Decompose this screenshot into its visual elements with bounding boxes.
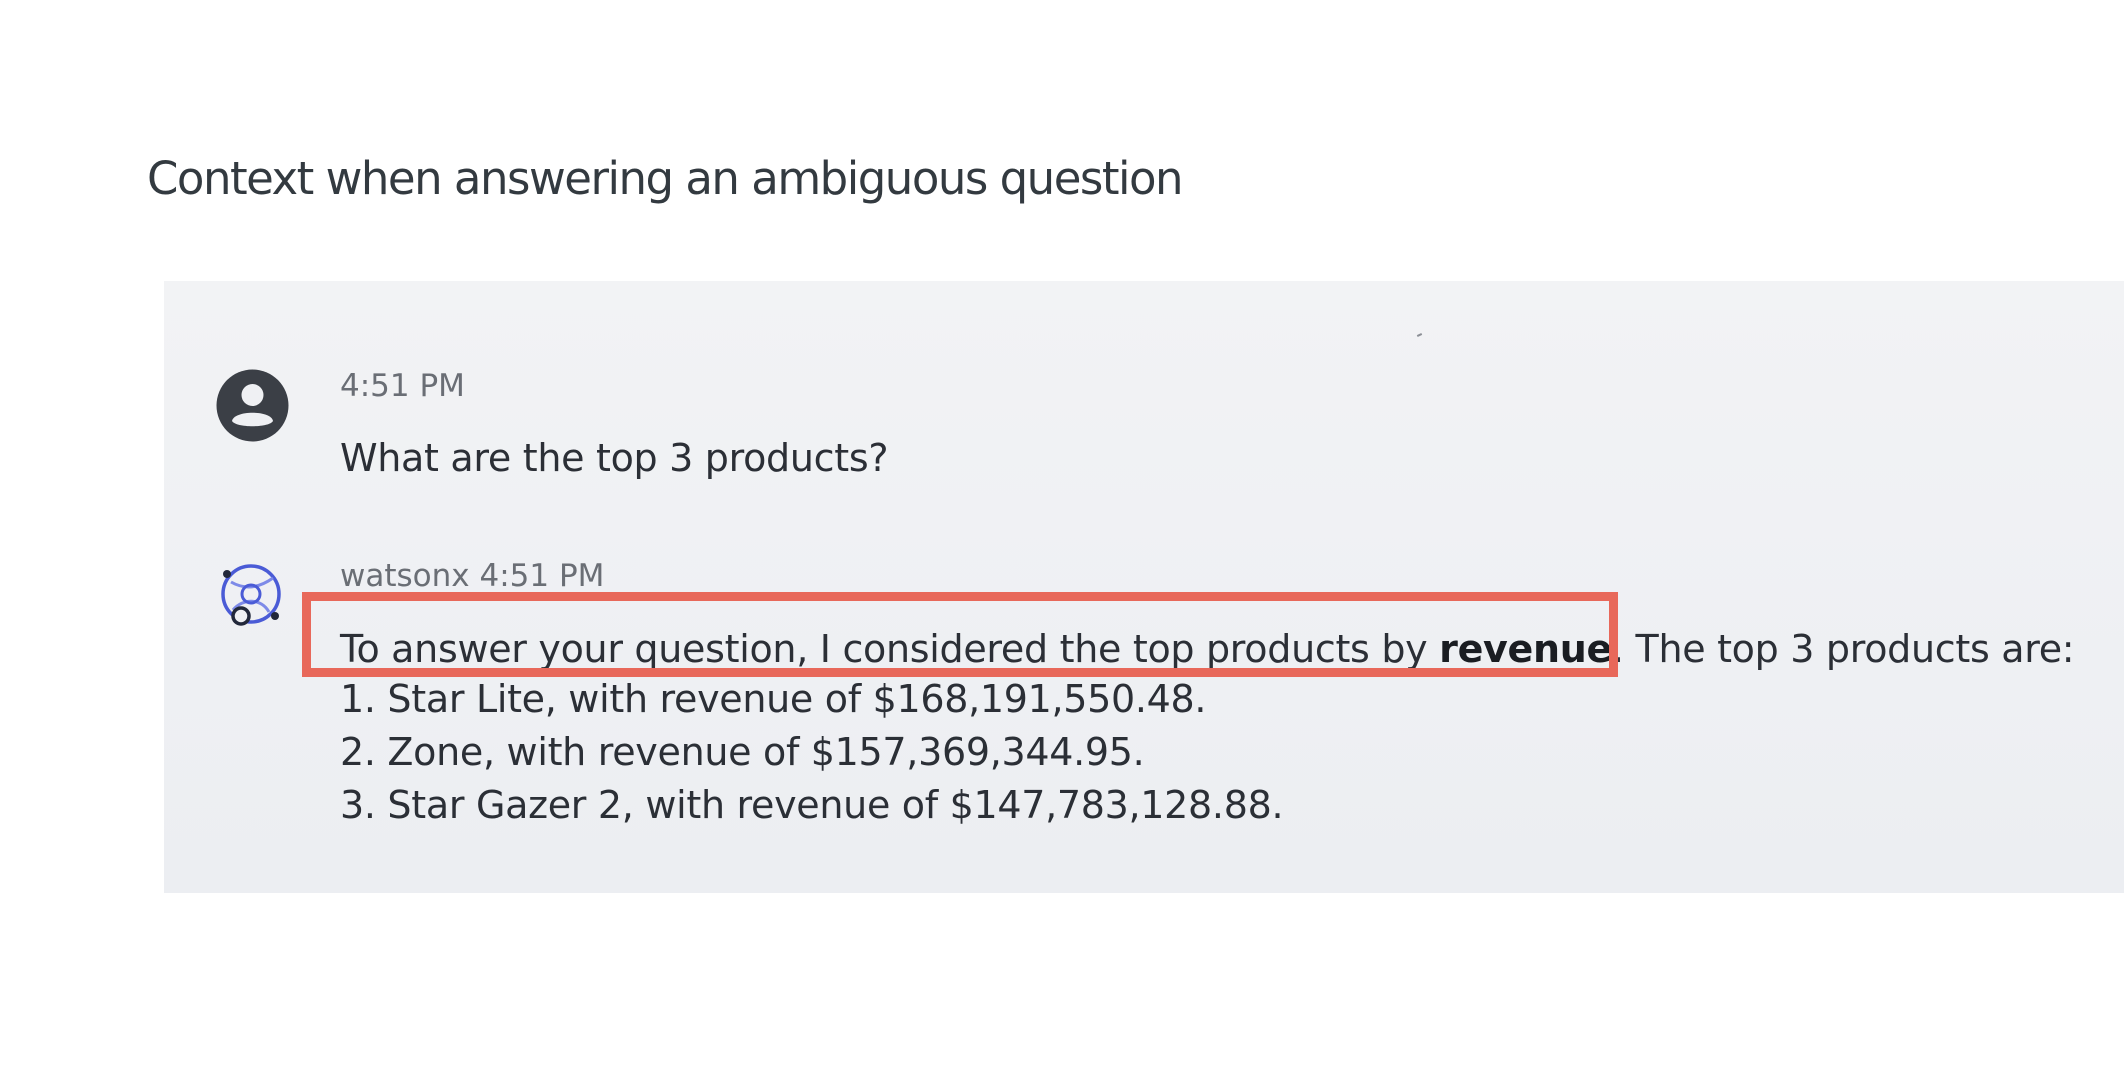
user-message-time: 4:51 PM [340,368,465,404]
bot-list-item: 3. Star Gazer 2, with revenue of $147,78… [340,783,1284,827]
watsonx-bot-icon [215,560,287,632]
user-message-text: What are the top 3 products? [340,436,889,480]
bot-list-item: 2. Zone, with revenue of $157,369,344.95… [340,730,1145,774]
bot-list-item: 1. Star Lite, with revenue of $168,191,5… [340,677,1207,721]
highlight-annotation-box [302,592,1618,677]
intro-text-after: . The top 3 products are: [1611,627,2075,671]
page-caption: Context when answering an ambiguous ques… [147,152,1184,205]
user-avatar-icon [216,369,289,442]
bot-message-header: watsonx 4:51 PM [340,558,605,594]
